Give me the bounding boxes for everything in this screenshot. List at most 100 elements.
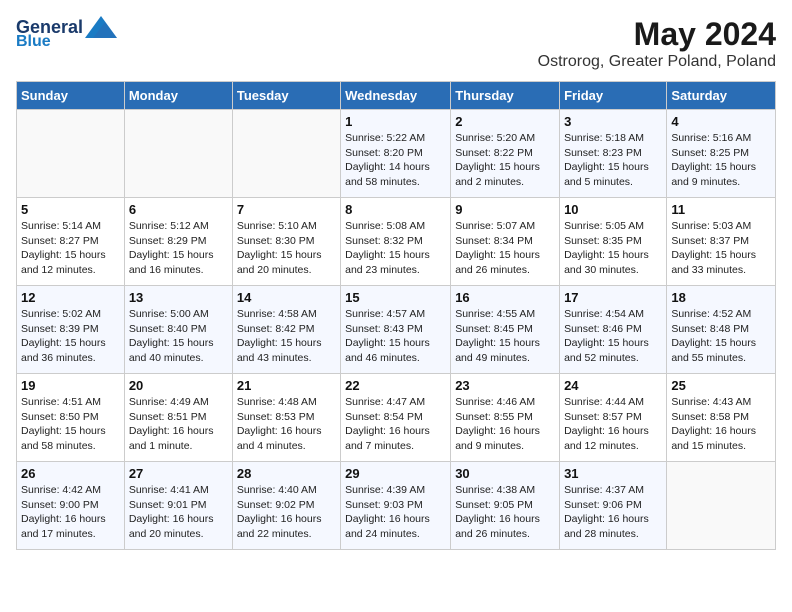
day-info: Sunrise: 5:00 AM Sunset: 8:40 PM Dayligh… <box>129 307 228 366</box>
calendar-day-cell: 11Sunrise: 5:03 AM Sunset: 8:37 PM Dayli… <box>667 198 776 286</box>
calendar-week-row: 1 Sunrise: 5:22 AM Sunset: 8:20 PM Daylig… <box>17 110 776 198</box>
day-info: Sunrise: 5:02 AM Sunset: 8:39 PM Dayligh… <box>21 307 120 366</box>
calendar-day-cell <box>124 110 232 198</box>
weekday-header-row: SundayMondayTuesdayWednesdayThursdayFrid… <box>17 82 776 110</box>
day-number: 8 <box>345 202 446 217</box>
day-info: Sunrise: 5:16 AM Sunset: 8:25 PM Dayligh… <box>671 131 771 190</box>
day-info: Sunrise: 4:51 AM Sunset: 8:50 PM Dayligh… <box>21 395 120 454</box>
page-header: General Blue May 2024 Ostrorog, Greater … <box>16 16 776 71</box>
day-number: 1 <box>345 114 446 129</box>
calendar-day-cell: 9 Sunrise: 5:07 AM Sunset: 8:34 PM Daylig… <box>451 198 560 286</box>
calendar-day-cell: 24 Sunrise: 4:44 AM Sunset: 8:57 PM Dayli… <box>560 374 667 462</box>
day-info: Sunrise: 5:20 AM Sunset: 8:22 PM Dayligh… <box>455 131 555 190</box>
day-number: 24 <box>564 378 662 393</box>
day-info: Sunrise: 4:46 AM Sunset: 8:55 PM Dayligh… <box>455 395 555 454</box>
day-info: Sunrise: 4:52 AM Sunset: 8:48 PM Dayligh… <box>671 307 771 366</box>
day-info: Sunrise: 4:47 AM Sunset: 8:54 PM Dayligh… <box>345 395 446 454</box>
calendar-day-cell: 6Sunrise: 5:12 AM Sunset: 8:29 PM Daylig… <box>124 198 232 286</box>
calendar-week-row: 26 Sunrise: 4:42 AM Sunset: 9:00 PM Dayli… <box>17 462 776 550</box>
day-number: 26 <box>21 466 120 481</box>
title-block: May 2024 Ostrorog, Greater Poland, Polan… <box>538 16 776 71</box>
day-number: 16 <box>455 290 555 305</box>
day-number: 3 <box>564 114 662 129</box>
calendar-day-cell: 28Sunrise: 4:40 AM Sunset: 9:02 PM Dayli… <box>232 462 340 550</box>
calendar-day-cell <box>232 110 340 198</box>
weekday-header-cell: Monday <box>124 82 232 110</box>
calendar-day-cell: 8 Sunrise: 5:08 AM Sunset: 8:32 PM Daylig… <box>341 198 451 286</box>
day-number: 9 <box>455 202 555 217</box>
calendar-day-cell: 2 Sunrise: 5:20 AM Sunset: 8:22 PM Daylig… <box>451 110 560 198</box>
calendar-day-cell: 25Sunrise: 4:43 AM Sunset: 8:58 PM Dayli… <box>667 374 776 462</box>
day-info: Sunrise: 5:08 AM Sunset: 8:32 PM Dayligh… <box>345 219 446 278</box>
logo-icon <box>85 16 117 38</box>
day-info: Sunrise: 5:12 AM Sunset: 8:29 PM Dayligh… <box>129 219 228 278</box>
calendar-day-cell: 29 Sunrise: 4:39 AM Sunset: 9:03 PM Dayli… <box>341 462 451 550</box>
weekday-header-cell: Tuesday <box>232 82 340 110</box>
day-info: Sunrise: 4:38 AM Sunset: 9:05 PM Dayligh… <box>455 483 555 542</box>
calendar-day-cell: 30 Sunrise: 4:38 AM Sunset: 9:05 PM Dayli… <box>451 462 560 550</box>
weekday-header-cell: Wednesday <box>341 82 451 110</box>
logo-blue-text: Blue <box>16 34 51 50</box>
calendar-day-cell: 7 Sunrise: 5:10 AM Sunset: 8:30 PM Daylig… <box>232 198 340 286</box>
calendar-day-cell: 22Sunrise: 4:47 AM Sunset: 8:54 PM Dayli… <box>341 374 451 462</box>
day-info: Sunrise: 4:41 AM Sunset: 9:01 PM Dayligh… <box>129 483 228 542</box>
calendar-day-cell: 5 Sunrise: 5:14 AM Sunset: 8:27 PM Daylig… <box>17 198 125 286</box>
day-number: 23 <box>455 378 555 393</box>
day-info: Sunrise: 4:39 AM Sunset: 9:03 PM Dayligh… <box>345 483 446 542</box>
day-number: 30 <box>455 466 555 481</box>
day-number: 13 <box>129 290 228 305</box>
weekday-header-cell: Friday <box>560 82 667 110</box>
calendar-day-cell: 18 Sunrise: 4:52 AM Sunset: 8:48 PM Dayli… <box>667 286 776 374</box>
day-number: 15 <box>345 290 446 305</box>
day-info: Sunrise: 5:22 AM Sunset: 8:20 PM Dayligh… <box>345 131 446 190</box>
day-info: Sunrise: 4:58 AM Sunset: 8:42 PM Dayligh… <box>237 307 336 366</box>
day-number: 4 <box>671 114 771 129</box>
calendar-table: SundayMondayTuesdayWednesdayThursdayFrid… <box>16 81 776 550</box>
day-info: Sunrise: 4:43 AM Sunset: 8:58 PM Dayligh… <box>671 395 771 454</box>
day-info: Sunrise: 4:55 AM Sunset: 8:45 PM Dayligh… <box>455 307 555 366</box>
calendar-day-cell: 13 Sunrise: 5:00 AM Sunset: 8:40 PM Dayli… <box>124 286 232 374</box>
calendar-day-cell: 17 Sunrise: 4:54 AM Sunset: 8:46 PM Dayli… <box>560 286 667 374</box>
calendar-day-cell: 14 Sunrise: 4:58 AM Sunset: 8:42 PM Dayli… <box>232 286 340 374</box>
calendar-day-cell: 15 Sunrise: 4:57 AM Sunset: 8:43 PM Dayli… <box>341 286 451 374</box>
day-info: Sunrise: 5:14 AM Sunset: 8:27 PM Dayligh… <box>21 219 120 278</box>
weekday-header-cell: Sunday <box>17 82 125 110</box>
weekday-header-cell: Saturday <box>667 82 776 110</box>
day-info: Sunrise: 4:49 AM Sunset: 8:51 PM Dayligh… <box>129 395 228 454</box>
day-number: 17 <box>564 290 662 305</box>
day-info: Sunrise: 5:18 AM Sunset: 8:23 PM Dayligh… <box>564 131 662 190</box>
day-info: Sunrise: 4:40 AM Sunset: 9:02 PM Dayligh… <box>237 483 336 542</box>
calendar-day-cell: 16 Sunrise: 4:55 AM Sunset: 8:45 PM Dayli… <box>451 286 560 374</box>
calendar-day-cell <box>17 110 125 198</box>
calendar-week-row: 19Sunrise: 4:51 AM Sunset: 8:50 PM Dayli… <box>17 374 776 462</box>
calendar-week-row: 5 Sunrise: 5:14 AM Sunset: 8:27 PM Daylig… <box>17 198 776 286</box>
main-title: May 2024 <box>538 16 776 53</box>
calendar-day-cell: 27Sunrise: 4:41 AM Sunset: 9:01 PM Dayli… <box>124 462 232 550</box>
day-number: 5 <box>21 202 120 217</box>
day-info: Sunrise: 4:54 AM Sunset: 8:46 PM Dayligh… <box>564 307 662 366</box>
calendar-day-cell: 4 Sunrise: 5:16 AM Sunset: 8:25 PM Daylig… <box>667 110 776 198</box>
day-number: 7 <box>237 202 336 217</box>
day-number: 2 <box>455 114 555 129</box>
day-number: 21 <box>237 378 336 393</box>
day-info: Sunrise: 4:42 AM Sunset: 9:00 PM Dayligh… <box>21 483 120 542</box>
day-number: 20 <box>129 378 228 393</box>
calendar-day-cell: 23 Sunrise: 4:46 AM Sunset: 8:55 PM Dayli… <box>451 374 560 462</box>
day-info: Sunrise: 4:57 AM Sunset: 8:43 PM Dayligh… <box>345 307 446 366</box>
calendar-day-cell: 20 Sunrise: 4:49 AM Sunset: 8:51 PM Dayli… <box>124 374 232 462</box>
day-number: 12 <box>21 290 120 305</box>
day-info: Sunrise: 5:05 AM Sunset: 8:35 PM Dayligh… <box>564 219 662 278</box>
day-number: 18 <box>671 290 771 305</box>
day-info: Sunrise: 5:10 AM Sunset: 8:30 PM Dayligh… <box>237 219 336 278</box>
day-info: Sunrise: 5:07 AM Sunset: 8:34 PM Dayligh… <box>455 219 555 278</box>
day-number: 14 <box>237 290 336 305</box>
calendar-day-cell: 26 Sunrise: 4:42 AM Sunset: 9:00 PM Dayli… <box>17 462 125 550</box>
day-info: Sunrise: 4:44 AM Sunset: 8:57 PM Dayligh… <box>564 395 662 454</box>
logo: General Blue <box>16 16 117 50</box>
calendar-day-cell: 21Sunrise: 4:48 AM Sunset: 8:53 PM Dayli… <box>232 374 340 462</box>
day-number: 31 <box>564 466 662 481</box>
day-number: 29 <box>345 466 446 481</box>
calendar-day-cell: 12 Sunrise: 5:02 AM Sunset: 8:39 PM Dayli… <box>17 286 125 374</box>
subtitle: Ostrorog, Greater Poland, Poland <box>538 53 776 71</box>
day-info: Sunrise: 5:03 AM Sunset: 8:37 PM Dayligh… <box>671 219 771 278</box>
